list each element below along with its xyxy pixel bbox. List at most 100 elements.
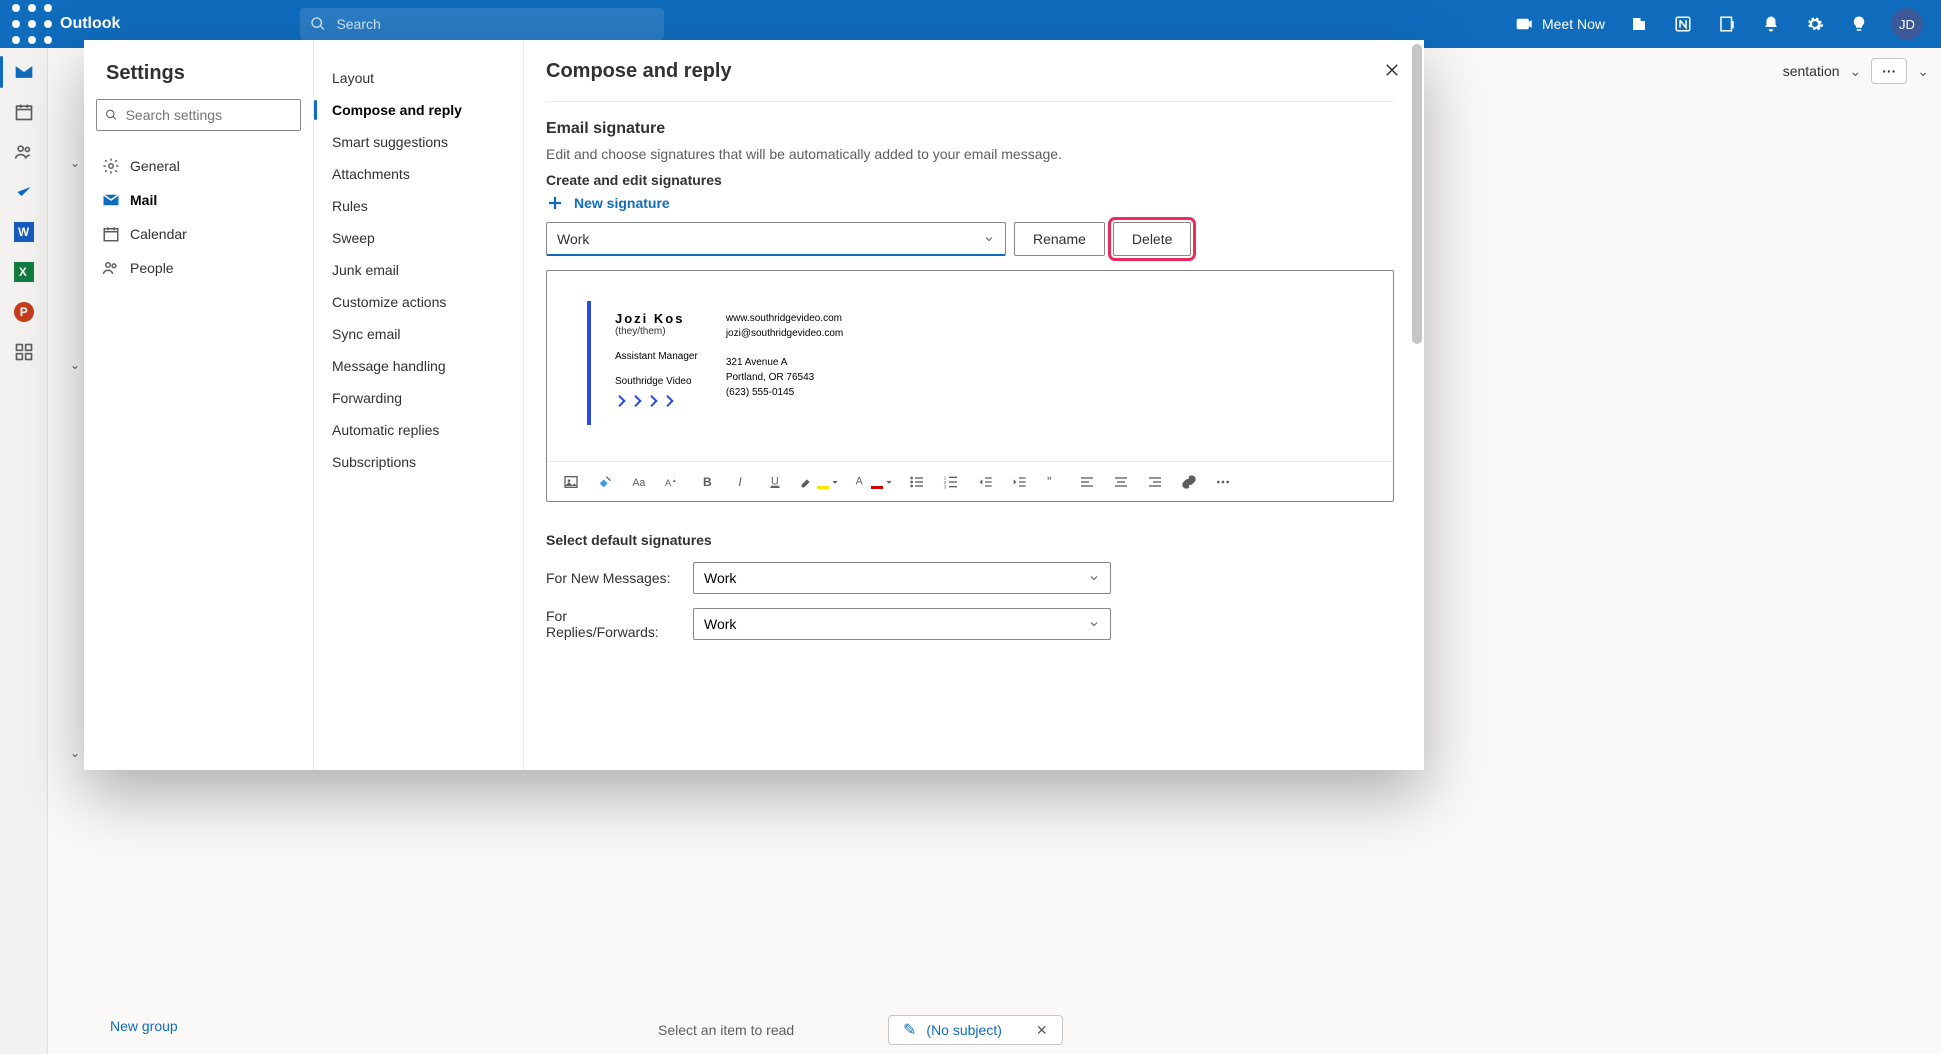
meet-now-button[interactable]: Meet Now bbox=[1504, 15, 1617, 33]
fontcolor-icon: A bbox=[853, 474, 869, 490]
onenote-button[interactable] bbox=[1661, 0, 1705, 48]
tb-align-left[interactable] bbox=[1073, 468, 1101, 496]
folder-chevron-3[interactable]: ⌄ bbox=[70, 746, 80, 760]
panel-scrollbar[interactable] bbox=[1412, 44, 1422, 344]
ribbon-expand[interactable]: ⌄ bbox=[1917, 63, 1929, 80]
rail-calendar[interactable] bbox=[14, 102, 34, 122]
svg-text:X: X bbox=[19, 266, 27, 279]
tb-indent[interactable] bbox=[1005, 468, 1033, 496]
ribbon-chevron[interactable]: ⌄ bbox=[1850, 63, 1862, 80]
category-calendar[interactable]: Calendar bbox=[84, 217, 313, 251]
outdent-icon bbox=[977, 474, 993, 490]
notes-button[interactable] bbox=[1705, 0, 1749, 48]
tb-insert-image[interactable] bbox=[557, 468, 585, 496]
tb-font[interactable]: Aa bbox=[625, 468, 653, 496]
category-mail[interactable]: Mail bbox=[84, 183, 313, 217]
sub-attachments[interactable]: Attachments bbox=[314, 158, 523, 190]
tb-format-painter[interactable] bbox=[591, 468, 619, 496]
draft-close-button[interactable]: ✕ bbox=[1036, 1022, 1048, 1039]
tb-align-center[interactable] bbox=[1107, 468, 1135, 496]
sub-customize-actions[interactable]: Customize actions bbox=[314, 286, 523, 318]
checkmark-icon bbox=[14, 182, 34, 202]
folder-chevron-2[interactable]: ⌄ bbox=[70, 358, 80, 372]
for-reply-label: For Replies/Forwards: bbox=[546, 608, 681, 640]
account-avatar[interactable]: JD bbox=[1891, 8, 1923, 40]
signature-name-value: Work bbox=[557, 231, 589, 247]
global-search-input[interactable] bbox=[334, 15, 654, 33]
category-calendar-label: Calendar bbox=[130, 226, 187, 242]
svg-text:I: I bbox=[738, 475, 742, 489]
sub-smart-suggestions[interactable]: Smart suggestions bbox=[314, 126, 523, 158]
rail-excel[interactable]: X bbox=[14, 262, 34, 282]
ribbon-more-button[interactable]: ··· bbox=[1871, 58, 1907, 84]
tb-numbering[interactable]: 123 bbox=[937, 468, 965, 496]
category-people[interactable]: People bbox=[84, 251, 313, 285]
sig-name: Jozi Kos bbox=[615, 311, 698, 326]
create-edit-label: Create and edit signatures bbox=[546, 172, 1394, 188]
rename-button[interactable]: Rename bbox=[1014, 222, 1105, 256]
tb-font-size[interactable]: A▴ bbox=[659, 468, 687, 496]
global-search[interactable] bbox=[300, 8, 664, 40]
settings-search[interactable] bbox=[96, 99, 301, 131]
signature-preview: Jozi Kos (they/them) Assistant Manager S… bbox=[587, 301, 1127, 425]
sub-forwarding[interactable]: Forwarding bbox=[314, 382, 523, 414]
svg-text:A: A bbox=[856, 475, 864, 487]
tb-link[interactable] bbox=[1175, 468, 1203, 496]
bullets-icon bbox=[909, 474, 925, 490]
tb-more[interactable] bbox=[1209, 468, 1237, 496]
tb-underline[interactable]: U bbox=[761, 468, 789, 496]
signature-name-dropdown[interactable]: Work bbox=[546, 222, 1006, 256]
draft-chip[interactable]: ✎ (No subject) ✕ bbox=[888, 1015, 1063, 1045]
tb-font-color[interactable]: A bbox=[849, 468, 897, 496]
signature-description: Edit and choose signatures that will be … bbox=[546, 146, 1394, 162]
default-reply-dropdown[interactable]: Work bbox=[693, 608, 1111, 640]
rail-mail[interactable] bbox=[14, 62, 34, 82]
settings-search-input[interactable] bbox=[124, 106, 292, 124]
rail-todo[interactable] bbox=[14, 182, 34, 202]
signature-editor-canvas[interactable]: Jozi Kos (they/them) Assistant Manager S… bbox=[547, 271, 1393, 461]
tb-highlight[interactable] bbox=[795, 468, 843, 496]
apps-grid-icon bbox=[14, 342, 34, 362]
new-signature-button[interactable]: New signature bbox=[546, 194, 1394, 212]
tb-outdent[interactable] bbox=[971, 468, 999, 496]
sig-email: jozi@southridgevideo.com bbox=[726, 326, 843, 341]
app-launcher-button[interactable] bbox=[8, 0, 56, 48]
sub-layout[interactable]: Layout bbox=[314, 62, 523, 94]
lightbulb-icon bbox=[1850, 15, 1868, 33]
sig-addr2: Portland, OR 76543 bbox=[726, 370, 843, 385]
tb-bullets[interactable] bbox=[903, 468, 931, 496]
rail-people[interactable] bbox=[14, 142, 34, 162]
sub-junk-email[interactable]: Junk email bbox=[314, 254, 523, 286]
category-people-label: People bbox=[130, 260, 174, 276]
tb-italic[interactable]: I bbox=[727, 468, 755, 496]
sub-sync-email[interactable]: Sync email bbox=[314, 318, 523, 350]
tb-align-right[interactable] bbox=[1141, 468, 1169, 496]
sub-sweep[interactable]: Sweep bbox=[314, 222, 523, 254]
mail-icon bbox=[14, 62, 34, 82]
svg-text:Aa: Aa bbox=[632, 477, 645, 489]
notifications-button[interactable] bbox=[1749, 0, 1793, 48]
app-rail: W X P bbox=[0, 48, 48, 1054]
folder-chevron-1[interactable]: ⌄ bbox=[70, 156, 80, 170]
rail-more-apps[interactable] bbox=[14, 342, 34, 362]
settings-button[interactable] bbox=[1793, 0, 1837, 48]
sub-compose-reply[interactable]: Compose and reply bbox=[314, 94, 523, 126]
sub-rules[interactable]: Rules bbox=[314, 190, 523, 222]
more-icon bbox=[1215, 474, 1231, 490]
tips-button[interactable] bbox=[1837, 0, 1881, 48]
sub-subscriptions[interactable]: Subscriptions bbox=[314, 446, 523, 478]
default-new-dropdown[interactable]: Work bbox=[693, 562, 1111, 594]
rail-word[interactable]: W bbox=[14, 222, 34, 242]
new-group-link[interactable]: New group bbox=[110, 1018, 178, 1034]
tb-bold[interactable]: B bbox=[693, 468, 721, 496]
teams-button[interactable] bbox=[1617, 0, 1661, 48]
mail-icon bbox=[102, 191, 120, 209]
tb-quote[interactable]: ” bbox=[1039, 468, 1067, 496]
sub-message-handling[interactable]: Message handling bbox=[314, 350, 523, 382]
sig-pronouns: (they/them) bbox=[615, 326, 698, 337]
sub-automatic-replies[interactable]: Automatic replies bbox=[314, 414, 523, 446]
category-general[interactable]: General bbox=[84, 149, 313, 183]
close-button[interactable] bbox=[1380, 58, 1404, 82]
rail-powerpoint[interactable]: P bbox=[14, 302, 34, 322]
delete-button[interactable]: Delete bbox=[1113, 222, 1191, 256]
